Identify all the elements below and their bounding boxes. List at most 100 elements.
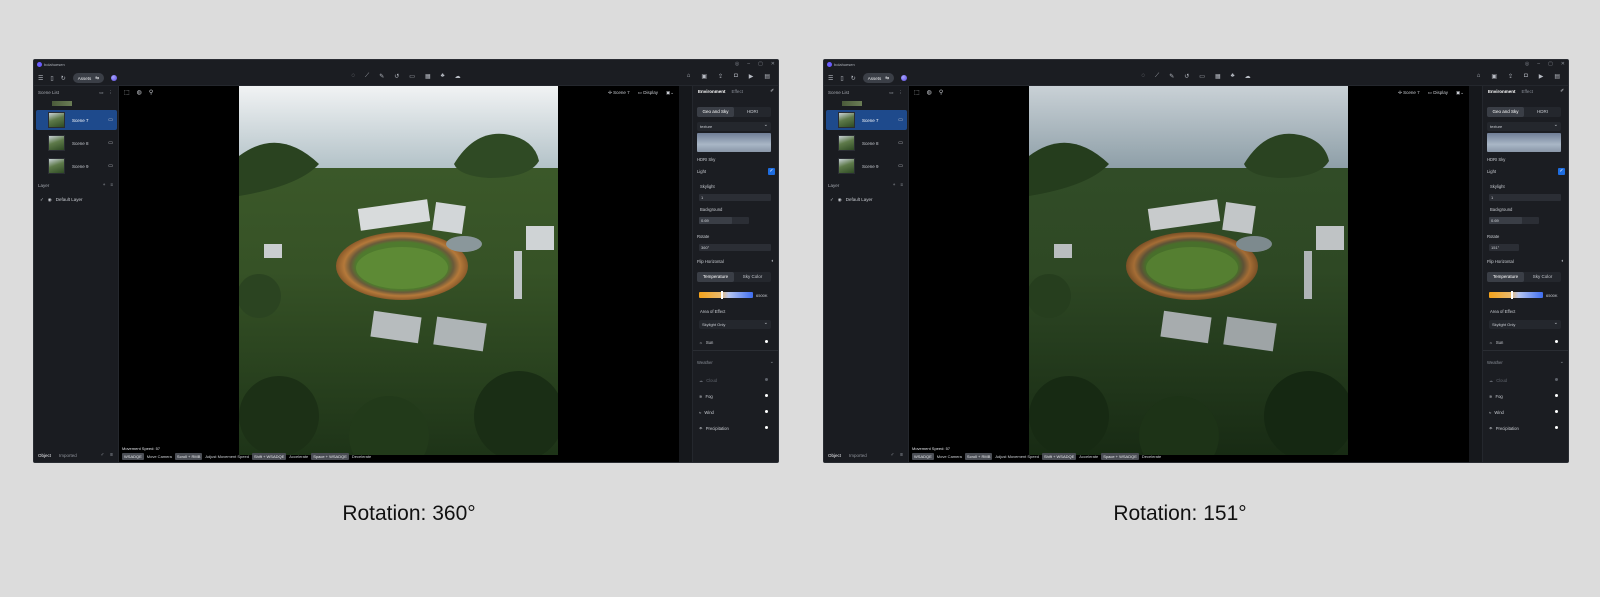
camera-icon[interactable]: ▭ (1199, 73, 1205, 80)
pin-icon[interactable]: ◎ (735, 61, 739, 67)
flip-toggle-icon[interactable]: ◐ (771, 258, 774, 263)
camera-icon[interactable]: ▭ (108, 163, 113, 169)
precipitation-row[interactable]: ☂ Precipitation (699, 424, 771, 432)
house-icon[interactable]: ⌂ (1477, 73, 1481, 80)
character-icon[interactable]: ♂ (890, 452, 894, 458)
scene-item-7[interactable]: Scene 7 ▭ (826, 110, 907, 130)
layer-menu-icon[interactable]: ≡ (110, 182, 113, 187)
fog-row[interactable]: ≋ Fog (699, 392, 771, 400)
path-icon[interactable]: ⟋ (1155, 73, 1159, 80)
eyedropper-icon[interactable]: ✐ (770, 88, 774, 94)
texture-dropdown[interactable]: texture (1487, 121, 1561, 131)
skylight-input[interactable]: 1 (699, 194, 771, 201)
character-icon[interactable]: ♂ (100, 452, 104, 458)
tab-effect[interactable]: Effect (732, 89, 743, 94)
pin-icon[interactable]: ◎ (1525, 61, 1529, 67)
ai-orb-icon[interactable] (111, 75, 118, 81)
menu-icon[interactable]: ☰ (828, 75, 833, 82)
tab-object[interactable]: Object (38, 453, 51, 458)
layer-item-default[interactable]: ✓ ◉ Default Layer (40, 197, 82, 203)
tab-imported[interactable]: Imported (59, 453, 77, 458)
light-checkbox[interactable]: ✓ (768, 168, 775, 175)
maximize-icon[interactable]: ▢ (758, 61, 763, 67)
tab-imported[interactable]: Imported (849, 453, 867, 458)
file-icon[interactable]: ▯ (840, 75, 843, 82)
chevron-down-icon[interactable]: ⌄ (1560, 359, 1564, 365)
view-options-icon[interactable]: ▣⌄ (666, 90, 674, 96)
cloud-toggle[interactable] (765, 378, 768, 381)
seg-temperature[interactable]: Temperature (697, 272, 734, 282)
brush-icon[interactable]: ✎ (1169, 73, 1174, 80)
tab-object[interactable]: Object (828, 453, 841, 458)
cloud-row[interactable]: ☁ Cloud (699, 376, 771, 384)
seg-sky-color[interactable]: Sky Color (1524, 272, 1561, 282)
layer-item-default[interactable]: ✓ ◉ Default Layer (830, 197, 872, 203)
export-icon[interactable]: ⇪ (1508, 73, 1513, 80)
fog-row[interactable]: ≋ Fog (1489, 392, 1561, 400)
temperature-knob[interactable] (1511, 291, 1513, 299)
display-button[interactable]: ▭ Display (638, 90, 658, 96)
tree-icon[interactable]: ♣ (1231, 73, 1235, 80)
cloud-toggle[interactable] (1555, 378, 1558, 381)
tab-environment[interactable]: Environment (698, 89, 726, 94)
cloud-row[interactable]: ☁ Cloud (1489, 376, 1561, 384)
building-icon[interactable]: ▦ (1215, 73, 1221, 80)
wind-toggle[interactable] (765, 410, 768, 413)
camera-icon[interactable]: ▭ (108, 117, 113, 123)
globe-icon[interactable]: ◍ (927, 89, 932, 96)
render-icon[interactable]: ▣ (1491, 73, 1497, 80)
fog-toggle[interactable] (1555, 394, 1558, 397)
chevron-down-icon[interactable]: ⌄ (770, 359, 774, 365)
fog-toggle[interactable] (765, 394, 768, 397)
wand-icon[interactable]: ⚲ (939, 89, 943, 96)
scene-item-9[interactable]: Scene 9 ▭ (826, 156, 907, 176)
video-icon[interactable]: ▶ (1539, 73, 1544, 80)
sky-preview[interactable] (697, 133, 771, 152)
maximize-icon[interactable]: ▢ (1548, 61, 1553, 67)
scene-item-9[interactable]: Scene 9 ▭ (36, 156, 117, 176)
rotate-input[interactable]: 360° (699, 244, 771, 251)
assets-button[interactable]: Assets ⇆ (862, 73, 895, 83)
camera-icon[interactable]: ▭ (108, 140, 113, 146)
view-options-icon[interactable]: ▣⌄ (1456, 90, 1464, 96)
3d-viewport[interactable]: ⬚ ◍ ⚲ ✣ Scene 7 ▭ Display ▣⌄ Movement Sp… (909, 86, 1469, 462)
add-scene-icon[interactable]: ▭ (889, 90, 893, 96)
tree-icon[interactable]: ♣ (441, 73, 445, 80)
sky-preview[interactable] (1487, 133, 1561, 152)
camera-icon[interactable]: ▭ (898, 140, 903, 146)
cloud-icon[interactable]: ☁ (455, 73, 461, 80)
area-of-effect-dropdown[interactable]: Skylight Only (699, 319, 771, 329)
eye-icon[interactable]: ◉ (838, 197, 842, 203)
precipitation-toggle[interactable] (765, 426, 768, 429)
temperature-slider[interactable] (1489, 291, 1543, 299)
seg-hdri[interactable]: HDRI (1524, 107, 1561, 117)
wind-toggle[interactable] (1555, 410, 1558, 413)
seg-hdri[interactable]: HDRI (734, 107, 771, 117)
precipitation-toggle[interactable] (1555, 426, 1558, 429)
minimize-icon[interactable]: – (747, 61, 750, 67)
check-icon[interactable]: ✓ (830, 197, 834, 203)
viewport-tool-icon[interactable]: ⬚ (914, 89, 920, 96)
scene-item-8[interactable]: Scene 8 ▭ (826, 133, 907, 153)
flip-toggle-icon[interactable]: ◐ (1561, 258, 1564, 263)
tab-effect[interactable]: Effect (1522, 89, 1533, 94)
scene-indicator[interactable]: ✣ Scene 7 (1398, 90, 1420, 96)
export-icon[interactable]: ⇪ (718, 73, 723, 80)
tab-environment[interactable]: Environment (1488, 89, 1516, 94)
seg-sky-color[interactable]: Sky Color (734, 272, 771, 282)
rotate-icon[interactable]: ↺ (1184, 73, 1189, 80)
menu-icon[interactable]: ☰ (38, 75, 43, 82)
display-button[interactable]: ▭ Display (1428, 90, 1448, 96)
refresh-icon[interactable]: ↻ (61, 75, 66, 82)
light-bulb-icon[interactable]: ◌ (351, 73, 355, 80)
layer-menu-icon[interactable]: ≡ (900, 182, 903, 187)
rotate-icon[interactable]: ↺ (394, 73, 399, 80)
ai-orb-icon[interactable] (901, 75, 908, 81)
seg-geo-sky[interactable]: Geo and Sky (1487, 107, 1524, 117)
light-checkbox[interactable]: ✓ (1558, 168, 1565, 175)
refresh-icon[interactable]: ↻ (851, 75, 856, 82)
check-icon[interactable]: ✓ (40, 197, 44, 203)
3d-viewport[interactable]: ⬚ ◍ ⚲ ✣ Scene 7 ▭ Display ▣⌄ Movement Sp… (119, 86, 679, 462)
eyedropper-icon[interactable]: ✐ (1560, 88, 1564, 94)
minimize-icon[interactable]: – (1537, 61, 1540, 67)
